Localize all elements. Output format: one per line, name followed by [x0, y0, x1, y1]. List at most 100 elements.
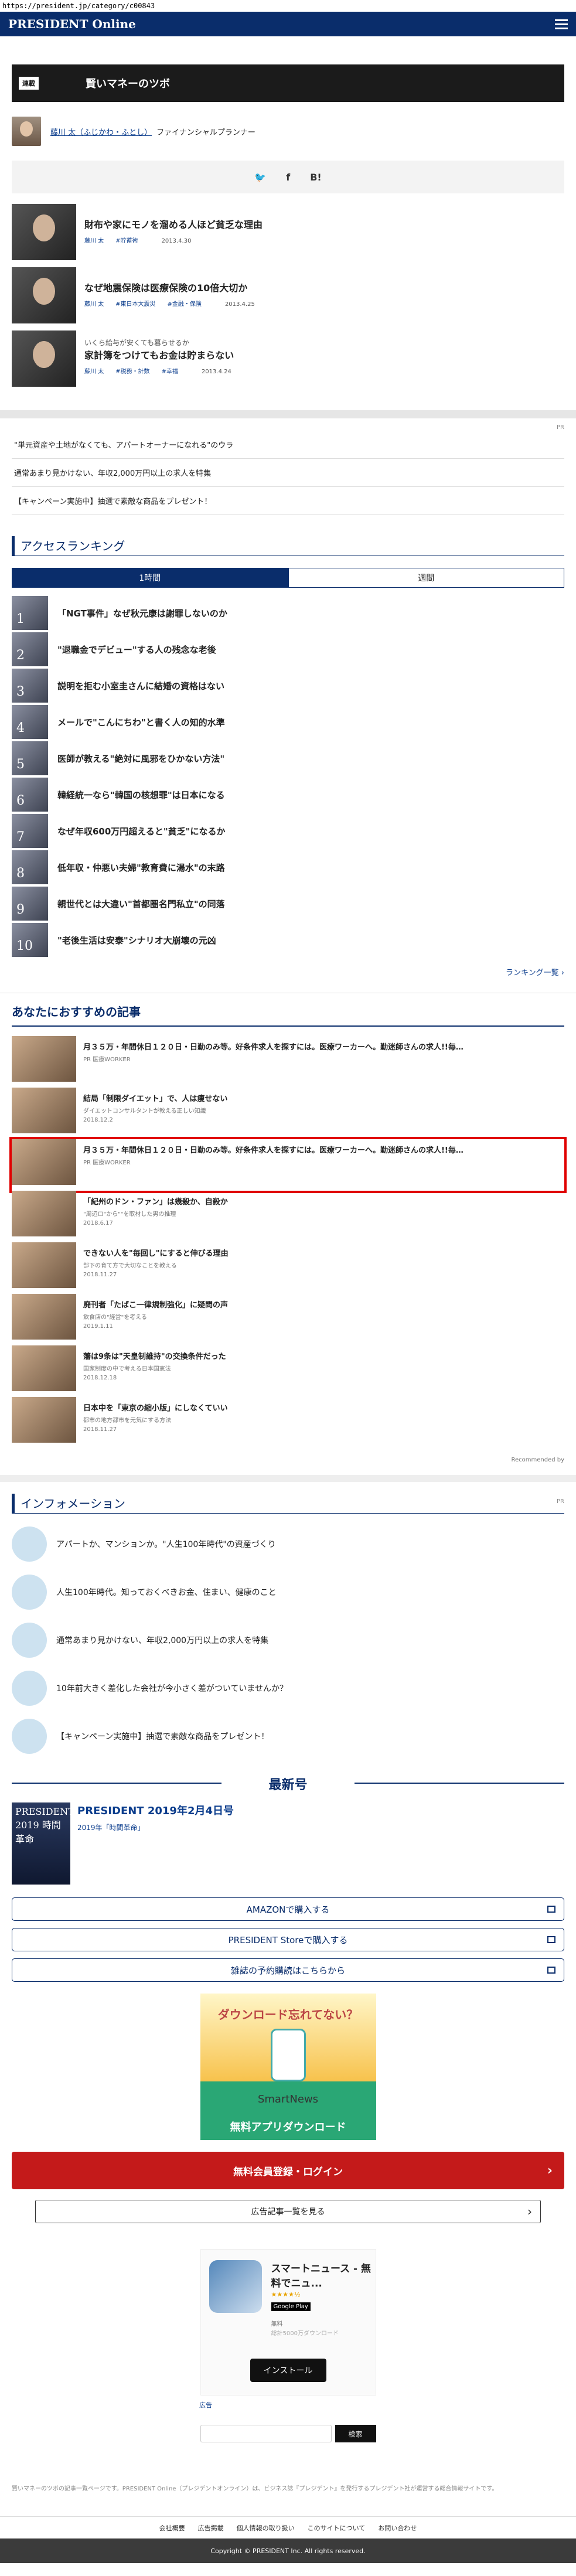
recommend-thumbnail[interactable]	[12, 1088, 76, 1133]
article-title[interactable]: 家計簿をつけてもお金は貯まらない	[84, 347, 564, 362]
info-text[interactable]: 通常あまり見かけない、年収2,000万円以上の求人を特集	[56, 1634, 268, 1646]
ranking-item[interactable]: 7 なぜ年収600万円超えると"貧乏"になるか	[12, 813, 564, 849]
recommend-title[interactable]: 結局「制限ダイエット」で、人は痩せない	[83, 1092, 227, 1103]
ranking-item[interactable]: 3 説明を拒む小室圭さんに結婚の資格はない	[12, 667, 564, 704]
footer-link-about[interactable]: このサイトについて	[308, 2523, 366, 2533]
article-thumbnail[interactable]	[12, 267, 76, 323]
article-meta[interactable]: 藤川 太 #貯蓄術	[84, 238, 138, 244]
recommend-thumbnail[interactable]	[12, 1345, 76, 1391]
info-text[interactable]: 10年前大きく差化した会社が今小さく差がついていませんか？	[56, 1682, 288, 1694]
info-thumbnail[interactable]	[12, 1671, 47, 1706]
footer-link-privacy[interactable]: 個人情報の取り扱い	[237, 2523, 295, 2533]
info-text[interactable]: アパートか、マンションか。"人生100年時代"の資産づくり	[56, 1538, 276, 1550]
article-thumbnail[interactable]	[12, 330, 76, 387]
recommend-item[interactable]: 廃刊者「たばこ一律規制強化」に疑問の声 飲食店の"経営"を考える 2019.1.11	[12, 1294, 564, 1345]
ad-download-label[interactable]: 無料アプリダウンロード	[200, 2119, 376, 2134]
menu-icon[interactable]	[555, 19, 568, 29]
tab-weekly[interactable]: 週間	[288, 568, 564, 588]
article-title[interactable]: 財布や家にモノを溜める人ほど貧乏な理由	[84, 217, 564, 231]
subscribe-button[interactable]: 雑誌の予約購読はこちらから	[12, 1958, 564, 1982]
search-input[interactable]	[200, 2425, 332, 2442]
recommend-thumbnail[interactable]	[12, 1139, 76, 1185]
site-logo[interactable]: PRESIDENT Online	[8, 17, 136, 31]
ranking-item[interactable]: 10 "老後生活は安泰"シナリオ大崩壊の元凶	[12, 922, 564, 958]
ranking-thumbnail[interactable]: 6	[12, 778, 48, 812]
magazine-subtitle[interactable]: 2019年「時間革命」	[77, 1822, 234, 1832]
app-install-ad[interactable]: スマートニュース - 無料でニュ... ★★★★½ Google Play 無料…	[200, 2249, 376, 2396]
recommend-thumbnail[interactable]	[12, 1191, 76, 1236]
smartnews-banner-ad[interactable]: ダウンロード忘れてない？ SmartNews 無料アプリダウンロード	[200, 1994, 376, 2140]
ranking-title[interactable]: 低年収・仲悪い夫婦"教育費に湯水"の末路	[57, 861, 225, 874]
ranking-thumbnail[interactable]: 7	[12, 814, 48, 848]
recommend-item[interactable]: できない人を"毎回し"にすると伸びる理由 部下の育て方で大切なことを教える 2018…	[12, 1242, 564, 1294]
recommended-by[interactable]: Recommended by	[12, 1457, 564, 1463]
info-thumbnail[interactable]	[12, 1623, 47, 1658]
ranking-item[interactable]: 2 "退職金でデビュー"する人の残念な老後	[12, 631, 564, 667]
ranking-thumbnail[interactable]: 10	[12, 923, 48, 957]
recommend-title[interactable]: 廃刊者「たばこ一律規制強化」に疑問の声	[83, 1299, 228, 1310]
ranking-thumbnail[interactable]: 1	[12, 596, 48, 630]
article-meta[interactable]: 藤川 太 #東日本大震災 #金融・保険	[84, 301, 202, 308]
recommend-title[interactable]: できない人を"毎回し"にすると伸びる理由	[83, 1247, 229, 1258]
ranking-title[interactable]: メールで"こんにちわ"と書く人の知的水準	[57, 716, 225, 728]
recommend-title[interactable]: 藩は9条は"天皇制維持"の交換条件だった	[83, 1350, 226, 1361]
ranking-thumbnail[interactable]: 8	[12, 850, 48, 884]
ranking-title[interactable]: 医師が教える"絶対に風邪をひかない方法"	[57, 752, 224, 765]
info-item[interactable]: 10年前大きく差化した会社が今小さく差がついていませんか？	[12, 1668, 564, 1709]
info-item[interactable]: 【キャンペーン実施中】抽選で素敵な商品をプレゼント！	[12, 1716, 564, 1757]
ranking-title[interactable]: 親世代とは大違い"首都圏名門私立"の同落	[57, 898, 225, 910]
ranking-item[interactable]: 1 「NGT事件」なぜ秋元康は謝罪しないのか	[12, 595, 564, 631]
install-button[interactable]: インストール	[250, 2359, 326, 2382]
info-item[interactable]: アパートか、マンションか。"人生100年時代"の資産づくり	[12, 1524, 564, 1565]
info-thumbnail[interactable]	[12, 1719, 47, 1754]
info-item[interactable]: 人生100年時代。知っておくべきお金、住まい、健康のこと	[12, 1572, 564, 1613]
recommend-thumbnail[interactable]	[12, 1294, 76, 1340]
url-bar[interactable]: https://president.jp/category/c00843	[0, 0, 576, 12]
ranking-item[interactable]: 8 低年収・仲悪い夫婦"教育費に湯水"の末路	[12, 849, 564, 885]
ranking-title[interactable]: 「NGT事件」なぜ秋元康は謝罪しないのか	[57, 607, 227, 619]
article-thumbnail[interactable]	[12, 204, 76, 260]
ranking-thumbnail[interactable]: 3	[12, 669, 48, 703]
article-title[interactable]: なぜ地震保険は医療保険の10倍大切か	[84, 280, 564, 294]
footer-link-contact[interactable]: お問い合わせ	[378, 2523, 417, 2533]
recommend-item[interactable]: 日本中を「東京の縮小版」にしなくていい 都市の地方都市を元気にする方法 2018.1…	[12, 1397, 564, 1449]
ranking-item[interactable]: 9 親世代とは大違い"首都圏名門私立"の同落	[12, 885, 564, 922]
info-item[interactable]: 通常あまり見かけない、年収2,000万円以上の求人を特集	[12, 1620, 564, 1661]
recommend-title[interactable]: 月３５万・年間休日１２０日・日勤のみ等。好条件求人を探すには。医療ワーカーへ。勤…	[83, 1144, 463, 1155]
ranking-thumbnail[interactable]: 5	[12, 741, 48, 775]
recommend-item[interactable]: 藩は9条は"天皇制維持"の交換条件だった 国家制度の中で考える日本国憲法 2018.…	[12, 1345, 564, 1397]
magazine-name[interactable]: PRESIDENT 2019年2月4日号	[77, 1802, 234, 1818]
pr-link[interactable]: 通常あまり見かけない、年収2,000万円以上の求人を特集	[12, 459, 564, 487]
ad-articles-button[interactable]: 広告記事一覧を見る	[35, 2200, 541, 2223]
ranking-item[interactable]: 4 メールで"こんにちわ"と書く人の知的水準	[12, 704, 564, 740]
footer-link-company[interactable]: 会社概要	[159, 2523, 185, 2533]
recommend-title[interactable]: 「紀州のドン・ファン」は幾殺か、自殺か	[83, 1195, 228, 1207]
amazon-buy-button[interactable]: AMAZONで購入する	[12, 1897, 564, 1921]
article-item[interactable]: いくら給与が安くても暮らせるか 家計簿をつけてもお金は貯まらない 藤川 太 #税…	[12, 330, 564, 394]
ranking-title[interactable]: "老後生活は安泰"シナリオ大崩壊の元凶	[57, 934, 216, 946]
recommend-thumbnail[interactable]	[12, 1397, 76, 1443]
ranking-more-link[interactable]: ランキング一覧 ›	[12, 966, 564, 977]
pr-link[interactable]: 【キャンペーン実施中】抽選で素敵な商品をプレゼント！	[12, 487, 564, 515]
article-item[interactable]: 財布や家にモノを溜める人ほど貧乏な理由 藤川 太 #貯蓄術 2013.4.30	[12, 204, 564, 267]
recommend-thumbnail[interactable]	[12, 1242, 76, 1288]
info-text[interactable]: 【キャンペーン実施中】抽選で素敵な商品をプレゼント！	[56, 1730, 269, 1742]
store-buy-button[interactable]: PRESIDENT Storeで購入する	[12, 1928, 564, 1951]
recommend-title[interactable]: 月３５万・年間休日１２０日・日勤のみ等。好条件求人を探すには。医療ワーカーへ。勤…	[83, 1041, 463, 1052]
recommend-item[interactable]: 「紀州のドン・ファン」は幾殺か、自殺か "周辺ロ"から""を取材した男の推理 201…	[12, 1191, 564, 1242]
recommend-item[interactable]: 結局「制限ダイエット」で、人は痩せない ダイエットコンサルタントが教える正しい知識…	[12, 1088, 564, 1139]
magazine-cover[interactable]: PRESIDENT 2019 時間革命	[12, 1802, 74, 1885]
ranking-title[interactable]: 説明を拒む小室圭さんに結婚の資格はない	[57, 680, 224, 692]
info-text[interactable]: 人生100年時代。知っておくべきお金、住まい、健康のこと	[56, 1586, 277, 1598]
ranking-title[interactable]: なぜ年収600万円超えると"貧乏"になるか	[57, 825, 226, 837]
article-item[interactable]: なぜ地震保険は医療保険の10倍大切か 藤川 太 #東日本大震災 #金融・保険 20…	[12, 267, 564, 330]
tab-hourly[interactable]: 1時間	[12, 568, 288, 588]
recommend-title[interactable]: 日本中を「東京の縮小版」にしなくていい	[83, 1402, 228, 1413]
search-button[interactable]: 検索	[335, 2425, 376, 2442]
ranking-thumbnail[interactable]: 9	[12, 887, 48, 921]
author-name-link[interactable]: 藤川 太（ふじかわ・ふとし）	[50, 126, 152, 137]
hatena-bookmark-icon[interactable]: B!	[310, 172, 322, 183]
info-thumbnail[interactable]	[12, 1575, 47, 1610]
ranking-title[interactable]: "退職金でデビュー"する人の残念な老後	[57, 643, 216, 656]
facebook-icon[interactable]: f	[286, 172, 290, 183]
